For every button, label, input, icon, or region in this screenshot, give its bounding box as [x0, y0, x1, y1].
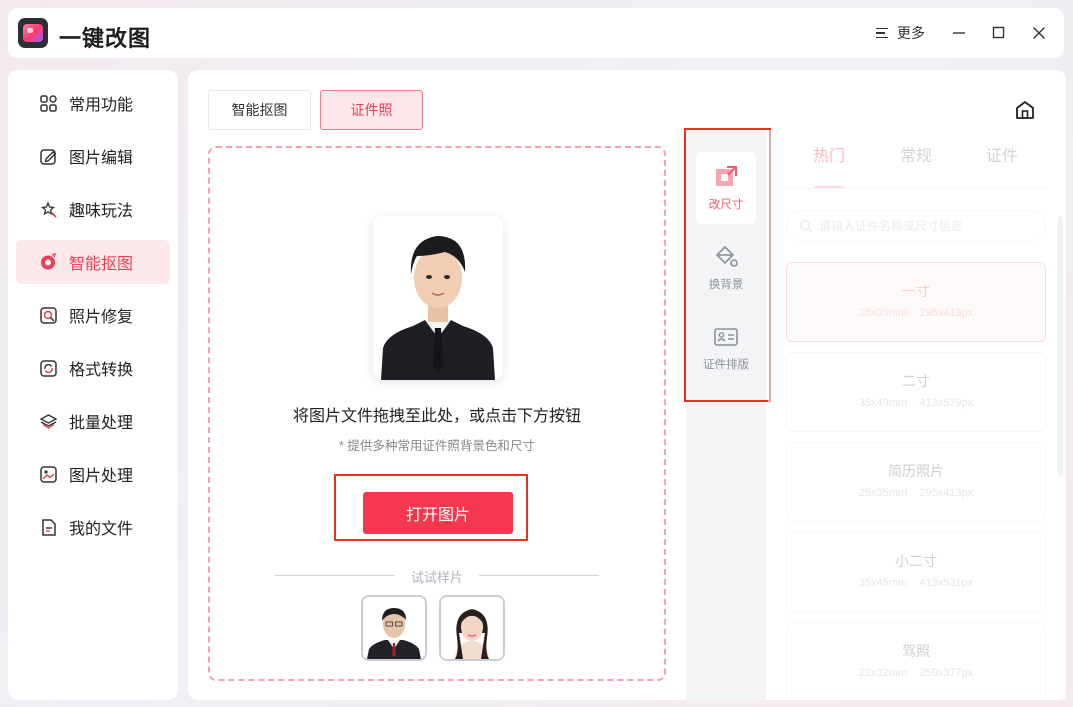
size-search-box[interactable] — [786, 210, 1046, 242]
dropzone-title: 将图片文件拖拽至此处，或点击下方按钮 — [292, 408, 581, 425]
convert-icon — [39, 359, 57, 377]
sample-photo-male[interactable] — [361, 595, 427, 661]
size-dims: 25x35mm 295x413px — [858, 307, 974, 319]
sidebar-item-cutout[interactable]: 智能抠图 — [16, 240, 170, 284]
size-search-input[interactable] — [819, 219, 1019, 233]
sidebar-item-batch[interactable]: 批量处理 — [16, 399, 170, 443]
file-icon — [39, 518, 57, 536]
minimize-icon — [953, 32, 965, 34]
main-panel: 智能抠图 证件照 将图片文件拖拽至此处，或点击下方按钮 * 提供多种常用证件照背… — [188, 70, 1066, 700]
tab-smart-cutout[interactable]: 智能抠图 — [208, 90, 311, 130]
layers-icon — [39, 412, 57, 430]
cutout-icon — [39, 253, 57, 271]
size-name: 简历照片 — [888, 463, 944, 479]
sidebar-item-label: 格式转换 — [69, 362, 134, 379]
size-name: 二寸 — [902, 373, 930, 389]
samples-label: 试试样片 — [410, 570, 463, 585]
sidebar-item-common[interactable]: 常用功能 — [16, 81, 170, 125]
sample-photo-female[interactable] — [439, 595, 505, 661]
close-button[interactable] — [1027, 21, 1051, 45]
tab-hot[interactable]: 热门 — [813, 142, 845, 166]
sidebar-item-files[interactable]: 我的文件 — [16, 505, 170, 549]
open-button-highlight: 打开图片 — [334, 474, 528, 541]
size-card-small-2inch[interactable]: 小二寸 35x45mm 413x531px — [786, 532, 1046, 612]
size-card-2inch[interactable]: 二寸 35x49mm 413x579px — [786, 352, 1046, 432]
size-dims: 25x35mm 295x413px — [858, 487, 974, 499]
grid-icon — [39, 94, 57, 112]
app-logo-icon — [18, 18, 48, 48]
more-label: 更多 — [897, 25, 925, 41]
size-name: 一寸 — [902, 283, 930, 299]
size-name: 小二寸 — [895, 553, 937, 569]
sidebar: 常用功能 图片编辑 趣味玩法 智能抠图 照片修复 格式转换 批量处理 图片处理 … — [8, 70, 178, 700]
open-image-button[interactable]: 打开图片 — [363, 492, 513, 534]
edit-icon — [39, 147, 57, 165]
title-bar: 一键改图 更多 — [8, 8, 1064, 58]
maximize-icon — [992, 26, 1005, 39]
sidebar-item-label: 照片修复 — [69, 309, 134, 326]
size-card-driver-license[interactable]: 驾照 22x32mm 259x377px — [786, 622, 1046, 698]
size-card-1inch[interactable]: 一寸 25x35mm 295x413px — [786, 262, 1046, 342]
size-dims: 35x45mm 413x531px — [858, 577, 974, 589]
maximize-button[interactable] — [987, 21, 1011, 45]
upload-dropzone[interactable]: 将图片文件拖拽至此处，或点击下方按钮 * 提供多种常用证件照背景色和尺寸 打开图… — [208, 146, 666, 681]
search-icon — [799, 219, 813, 233]
magic-wand-icon — [39, 200, 57, 218]
repair-icon — [39, 306, 57, 324]
sidebar-item-label: 批量处理 — [69, 415, 134, 432]
tab-id-photo[interactable]: 证件照 — [320, 90, 423, 130]
id-photo-example — [373, 216, 503, 380]
minimize-button[interactable] — [947, 21, 971, 45]
sidebar-item-label: 智能抠图 — [69, 256, 134, 273]
sidebar-item-repair[interactable]: 照片修复 — [16, 293, 170, 337]
home-icon — [1016, 101, 1034, 119]
sidebar-item-label: 趣味玩法 — [69, 203, 134, 220]
sidebar-item-label: 我的文件 — [69, 521, 134, 538]
size-name: 驾照 — [902, 643, 930, 659]
close-icon — [1033, 27, 1045, 39]
sidebar-item-image[interactable]: 图片处理 — [16, 452, 170, 496]
scrollbar[interactable] — [1058, 216, 1063, 476]
sidebar-item-edit[interactable]: 图片编辑 — [16, 134, 170, 178]
sidebar-item-fun[interactable]: 趣味玩法 — [16, 187, 170, 231]
size-dims: 22x32mm 259x377px — [858, 667, 974, 679]
more-menu-button[interactable]: 更多 — [876, 23, 925, 43]
size-dims: 35x49mm 413x579px — [858, 397, 974, 409]
divider — [786, 188, 1046, 189]
image-icon — [39, 465, 57, 483]
home-button[interactable] — [1014, 99, 1036, 121]
sidebar-item-label: 图片处理 — [69, 468, 134, 485]
dropzone-subtitle: * 提供多种常用证件照背景色和尺寸 — [339, 439, 535, 453]
tab-certificate[interactable]: 证件 — [986, 142, 1018, 166]
tools-highlight — [684, 128, 771, 402]
tab-regular[interactable]: 常规 — [900, 142, 932, 166]
sidebar-item-label: 图片编辑 — [69, 150, 134, 167]
sidebar-item-label: 常用功能 — [69, 97, 134, 114]
sidebar-item-convert[interactable]: 格式转换 — [16, 346, 170, 390]
size-card-resume[interactable]: 简历照片 25x35mm 295x413px — [786, 442, 1046, 522]
app-title: 一键改图 — [59, 26, 152, 51]
hamburger-icon — [876, 27, 888, 39]
